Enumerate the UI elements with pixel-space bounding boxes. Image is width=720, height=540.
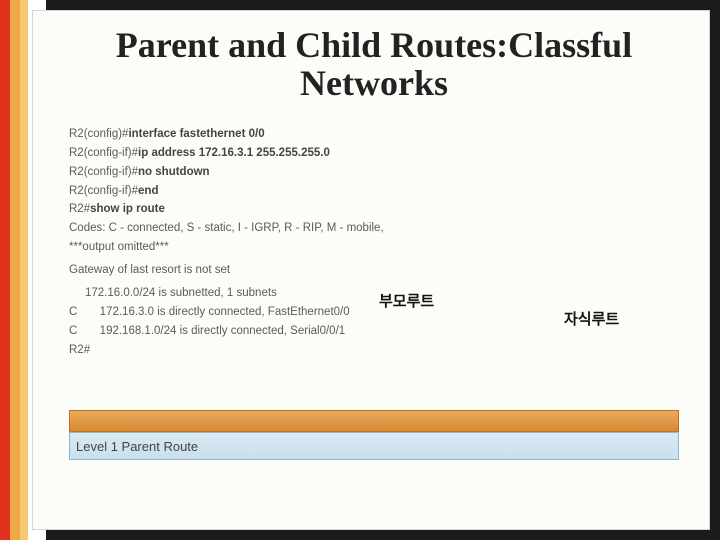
level1-parent-label: Level 1 Parent Route (76, 439, 198, 454)
bar-yellow (20, 0, 28, 540)
cli-line-12: R2# (69, 341, 679, 360)
cli-line-1: R2(config)#interface fastethernet 0/0 (69, 125, 679, 144)
annotation-child-route: 자식루트 (564, 308, 619, 333)
cli-line-2: R2(config-if)#ip address 172.16.3.1 255.… (69, 144, 679, 163)
cli-command: ip address 172.16.3.1 255.255.255.0 (138, 147, 330, 159)
cli-line-3: R2(config-if)#no shutdown (69, 163, 679, 182)
cli-prompt: R2(config)# (69, 128, 128, 140)
cli-command: end (138, 185, 158, 197)
slide-title: Parent and Child Routes:Classful Network… (69, 27, 679, 103)
cli-command: interface fastethernet 0/0 (128, 128, 264, 140)
cli-prompt: R2(config-if)# (69, 166, 138, 178)
level1-parent-band: Level 1 Parent Route (69, 432, 679, 460)
cli-line-5: R2#show ip route (69, 200, 679, 219)
slide-card: Parent and Child Routes:Classful Network… (32, 10, 710, 530)
cli-command: no shutdown (138, 166, 210, 178)
cli-prompt: R2(config-if)# (69, 185, 138, 197)
cli-line-4: R2(config-if)#end (69, 182, 679, 201)
orange-band (69, 410, 679, 432)
bar-red (0, 0, 10, 540)
cli-line-7: ***output omitted*** (69, 238, 679, 257)
cli-line-9: 172.16.0.0/24 is subnetted, 1 subnets (69, 284, 679, 303)
terminal-block: R2(config)#interface fastethernet 0/0 R2… (69, 125, 679, 361)
cli-line-6: Codes: C - connected, S - static, I - IG… (69, 219, 679, 238)
cli-prompt: R2(config-if)# (69, 147, 138, 159)
cli-prompt: R2# (69, 203, 90, 215)
bar-orange (10, 0, 20, 540)
annotation-parent-route: 부모루트 (379, 290, 434, 315)
cli-command: show ip route (90, 203, 165, 215)
cli-line-8: Gateway of last resort is not set (69, 261, 679, 280)
